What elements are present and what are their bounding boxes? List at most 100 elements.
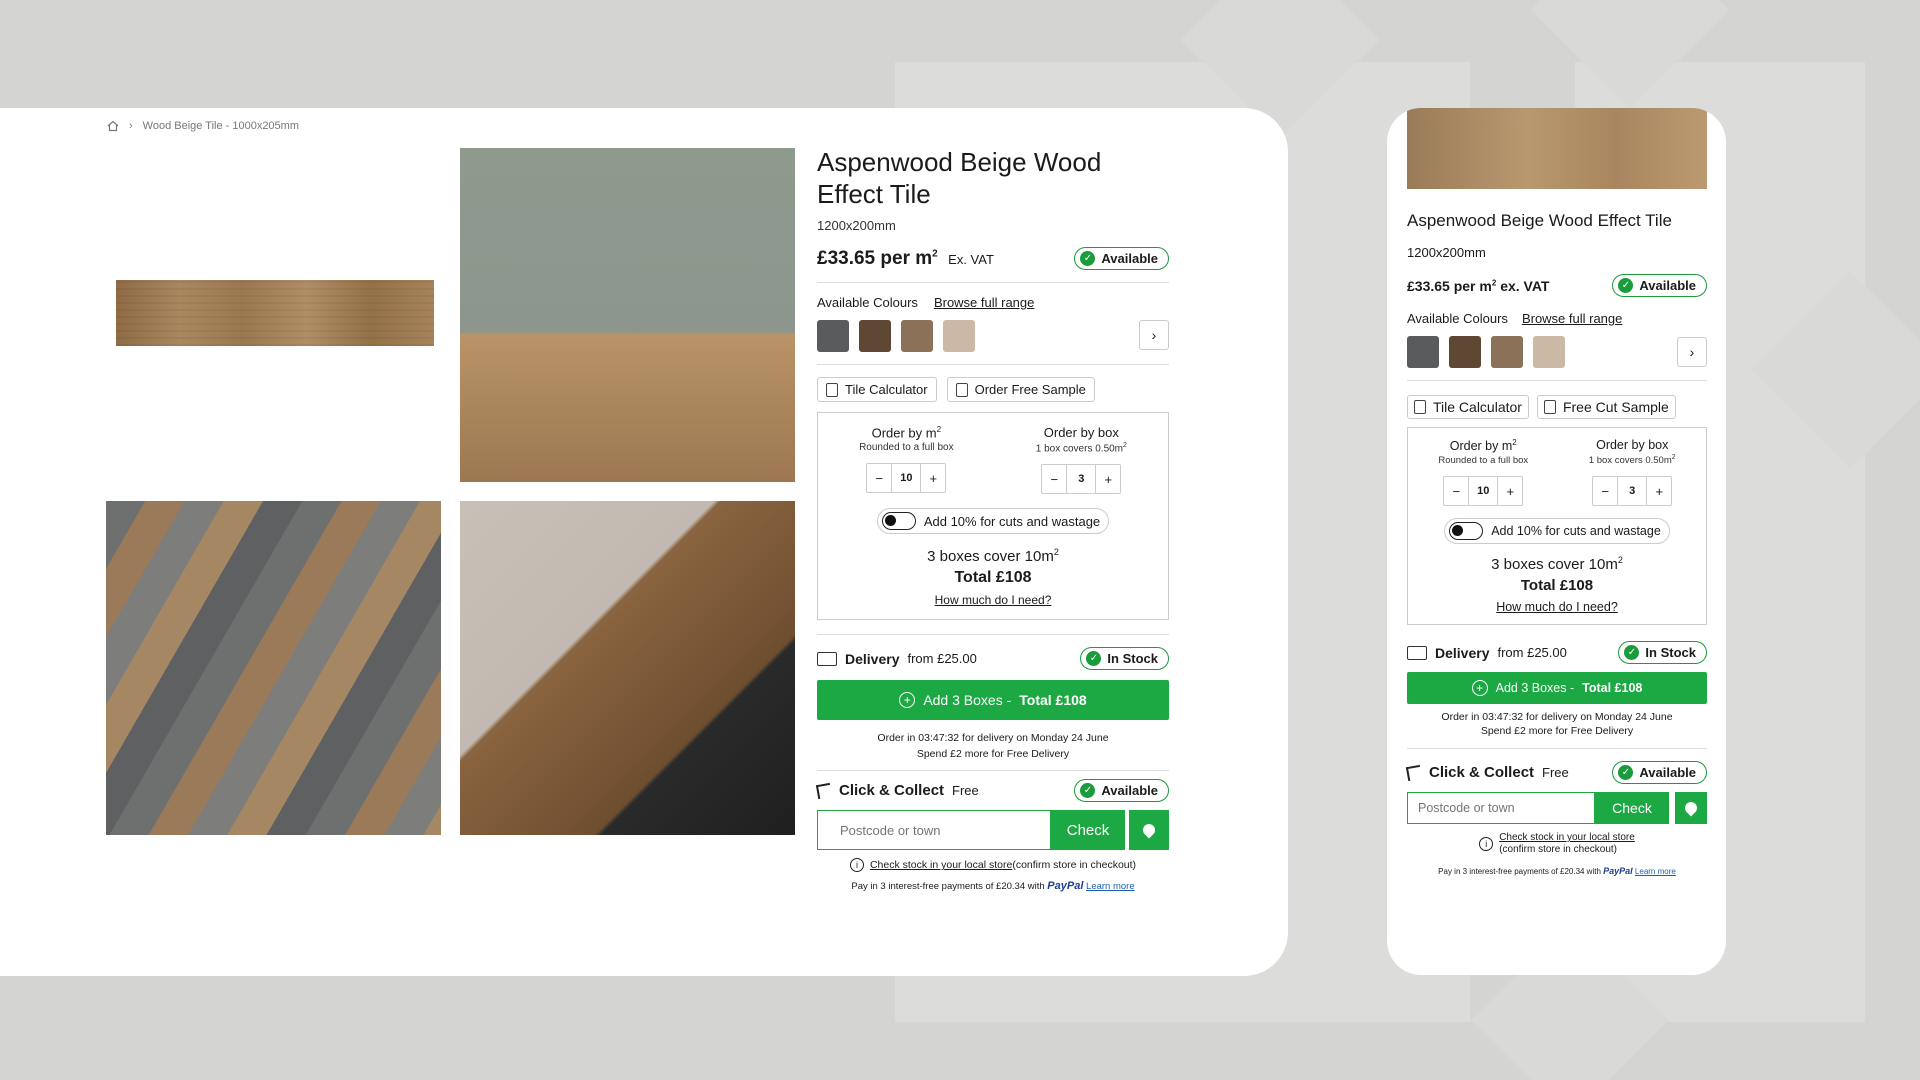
order-by-m2: Order by m2 Rounded to a full box − 10 +: [1438, 438, 1528, 507]
availability-badge: ✓ Available: [1074, 247, 1169, 270]
product-title: Aspenwood Beige Wood Effect Tile: [817, 147, 1102, 209]
product-size: 1200x200mm: [817, 218, 896, 233]
colour-swatch[interactable]: [859, 320, 891, 352]
colour-swatch[interactable]: [1449, 336, 1481, 368]
postcode-input[interactable]: [817, 810, 1051, 851]
colour-swatch[interactable]: [1533, 336, 1565, 368]
delivery-note: Order in 03:47:32 for delivery on Monday…: [1407, 710, 1707, 750]
living-room-image[interactable]: [460, 148, 795, 482]
product-price: £33.65 per m2 ex. VAT: [1407, 277, 1550, 294]
m2-value[interactable]: 10: [1468, 477, 1499, 506]
price-row: £33.65 per m2 ex. VAT ✓ Available: [1407, 274, 1707, 297]
plus-circle-icon: +: [899, 692, 916, 709]
m2-stepper: − 10 +: [866, 463, 947, 494]
boxes-cover-text: 3 boxes cover 10m2: [927, 547, 1059, 566]
add-to-basket-button[interactable]: + Add 3 Boxes - Total £108: [1407, 672, 1707, 705]
calculator-icon: [1414, 400, 1426, 414]
sample-icon: [955, 382, 968, 397]
how-much-link[interactable]: How much do I need?: [935, 593, 1052, 607]
available-colours-label: Available Colours: [1407, 311, 1508, 326]
check-button[interactable]: Check: [1595, 792, 1669, 825]
tool-buttons: Tile Calculator Order Free Sample: [817, 377, 1169, 402]
location-pin-button[interactable]: [1129, 810, 1169, 851]
calculator-total: Total £108: [1520, 577, 1594, 595]
product-tile-image[interactable]: [116, 280, 434, 346]
delivery-from: from £25.00: [907, 651, 977, 667]
order-free-sample-button[interactable]: Order Free Sample: [946, 377, 1095, 402]
check-stock-link[interactable]: Check stock in your local store: [870, 859, 1012, 871]
add-to-basket-button[interactable]: + Add 3 Boxes - Total £108: [817, 680, 1169, 721]
delivery-label: Delivery: [845, 650, 900, 667]
decrement-button[interactable]: −: [1042, 465, 1066, 493]
location-pin-button[interactable]: [1675, 792, 1707, 825]
click-collect-row: Click & Collect Free ✓ Available: [1405, 761, 1707, 785]
tile-calculator-button[interactable]: Tile Calculator: [1407, 395, 1529, 419]
available-colours-label: Available Colours: [817, 295, 918, 310]
paypal-note: Pay in 3 interest-free payments of £20.3…: [851, 880, 1135, 893]
mobile-hero-image[interactable]: [1407, 108, 1707, 189]
chevron-right-icon[interactable]: ›: [1677, 337, 1707, 367]
delivery-label: Delivery: [1435, 644, 1490, 661]
colour-swatch[interactable]: [901, 320, 933, 352]
wastage-toggle[interactable]: Add 10% for cuts and wastage: [1444, 518, 1670, 545]
postcode-search: Check: [1407, 792, 1707, 825]
colours-label-row: Available Colours Browse full range: [817, 295, 1169, 310]
increment-button[interactable]: +: [1498, 477, 1522, 505]
tile-calculator: Order by m2 Rounded to a full box − 10 +…: [817, 412, 1169, 621]
check-stock-link[interactable]: Check stock in your local store: [1499, 832, 1635, 843]
tile-calculator: Order by m2 Rounded to a full box − 10 +…: [1407, 427, 1707, 626]
learn-more-link[interactable]: Learn more: [1635, 867, 1676, 876]
increment-button[interactable]: +: [1647, 477, 1671, 505]
how-much-link[interactable]: How much do I need?: [1496, 600, 1618, 614]
product-details-panel: Aspenwood Beige Wood Effect Tile 1200x20…: [815, 146, 1169, 893]
tool-buttons: Tile Calculator Free Cut Sample: [1407, 395, 1707, 419]
free-cut-sample-button[interactable]: Free Cut Sample: [1536, 395, 1676, 419]
browse-full-range-link[interactable]: Browse full range: [934, 295, 1034, 310]
check-icon: ✓: [1618, 278, 1634, 293]
decrement-button[interactable]: −: [867, 464, 891, 492]
increment-button[interactable]: +: [1096, 465, 1120, 493]
click-collect-price: Free: [1542, 765, 1569, 781]
colour-swatch[interactable]: [943, 320, 975, 352]
order-by-box: Order by box 1 box covers 0.50m2 − 3 +: [1589, 438, 1676, 507]
availability-badge: ✓ Available: [1074, 779, 1169, 803]
box-value[interactable]: 3: [1066, 465, 1097, 494]
increment-button[interactable]: +: [921, 464, 945, 492]
m2-stepper: − 10 +: [1443, 476, 1524, 507]
check-icon: ✓: [1080, 251, 1096, 266]
postcode-input[interactable]: [1407, 792, 1595, 825]
toggle-switch[interactable]: [881, 512, 916, 531]
delivery-row: Delivery from £25.00 ✓ In Stock: [1407, 641, 1707, 665]
location-pin-icon: [1682, 799, 1700, 817]
breadcrumb-current[interactable]: Wood Beige Tile - 1000x205mm: [143, 120, 299, 132]
kitchen-floor-image[interactable]: [460, 501, 795, 835]
decrement-button[interactable]: −: [1593, 477, 1617, 505]
ex-vat-label: Ex. VAT: [948, 251, 994, 267]
decrement-button[interactable]: −: [1444, 477, 1468, 505]
calculator-total: Total £108: [954, 569, 1032, 587]
box-value[interactable]: 3: [1617, 477, 1648, 506]
wastage-toggle[interactable]: Add 10% for cuts and wastage: [876, 508, 1110, 535]
navigation-arrow-icon: [815, 782, 833, 799]
home-icon[interactable]: [107, 120, 119, 132]
in-stock-badge: ✓ In Stock: [1080, 647, 1169, 671]
tile-calculator-button[interactable]: Tile Calculator: [817, 377, 937, 402]
price-row: £33.65 per m2 Ex. VAT ✓ Available: [817, 247, 1169, 283]
browse-full-range-link[interactable]: Browse full range: [1522, 311, 1622, 326]
m2-value[interactable]: 10: [891, 464, 922, 493]
info-icon: i: [1479, 837, 1494, 852]
check-icon: ✓: [1086, 651, 1102, 667]
learn-more-link[interactable]: Learn more: [1086, 881, 1135, 892]
click-collect-label: Click & Collect: [1429, 764, 1535, 782]
colour-swatch[interactable]: [1407, 336, 1439, 368]
toggle-switch[interactable]: [1449, 522, 1484, 541]
stock-note: i Check stock in your local store(confir…: [817, 858, 1169, 873]
floor-vase-image[interactable]: [106, 501, 441, 835]
colour-swatch[interactable]: [817, 320, 849, 352]
chevron-right-icon[interactable]: ›: [1139, 320, 1169, 350]
breadcrumb: › Wood Beige Tile - 1000x205mm: [107, 120, 299, 132]
check-button[interactable]: Check: [1051, 810, 1125, 851]
availability-badge: ✓ Available: [1612, 274, 1707, 297]
colour-swatch[interactable]: [1491, 336, 1523, 368]
calculator-icon: [826, 382, 838, 397]
